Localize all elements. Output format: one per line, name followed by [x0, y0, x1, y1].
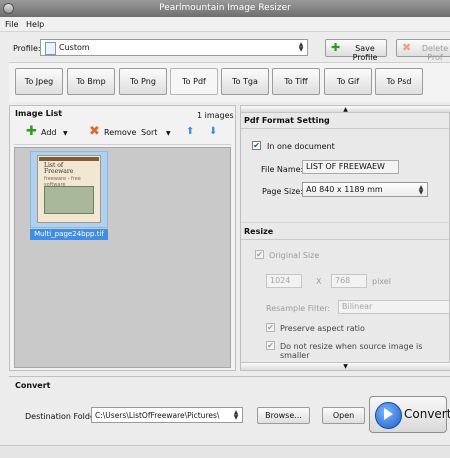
one-document-label: In one document	[267, 142, 335, 151]
tab-psd[interactable]: To Psd	[375, 68, 423, 95]
profile-label: Profile:	[13, 44, 41, 53]
height-input[interactable]: 768	[331, 274, 367, 288]
pdf-setting-title: Pdf Format Setting	[244, 116, 330, 125]
profile-select[interactable]: Custom ▲ ▼	[40, 39, 308, 56]
resize-divider	[241, 239, 450, 240]
no-resize-smaller-checkbox[interactable]: ✔	[266, 341, 275, 350]
resize-title: Resize	[244, 227, 274, 236]
one-document-checkbox[interactable]: ✔	[252, 141, 261, 150]
delete-profile-button[interactable]: ✖ Delete Prof	[396, 39, 450, 62]
menu-bar	[0, 17, 450, 32]
preserve-aspect-checkbox[interactable]: ✔	[266, 323, 275, 332]
plus-icon: ✚	[331, 41, 341, 54]
spinner-arrows-icon: ▲ ▼	[298, 41, 304, 53]
browse-button[interactable]: Browse...	[257, 407, 310, 424]
sort-dropdown-icon[interactable]: ▼	[166, 130, 171, 137]
image-count: 1 images	[197, 111, 234, 120]
tab-tga[interactable]: To Tga	[221, 68, 269, 95]
save-profile-button[interactable]: ✚ Save Profile	[325, 39, 387, 62]
remove-button[interactable]: Remove	[104, 128, 136, 137]
status-bar	[0, 445, 450, 458]
remove-icon[interactable]: ✖	[89, 125, 100, 138]
page-size-select[interactable]: A0 840 x 1189 mm ▲ ▼	[302, 182, 428, 197]
tab-jpeg[interactable]: To Jpeg	[15, 68, 63, 95]
file-name-label: File Name:	[261, 165, 304, 174]
document-icon	[45, 42, 56, 55]
delete-profile-label: Delete Prof	[421, 44, 449, 62]
convert-button-label: Convert	[404, 407, 450, 421]
spinner-arrows-icon: ▲ ▼	[233, 409, 239, 421]
preserve-aspect-label: Preserve aspect ratio	[280, 324, 365, 333]
move-up-icon[interactable]: ⬆	[186, 127, 196, 137]
tab-tiff[interactable]: To Tiff	[272, 68, 320, 95]
scroll-up-bar[interactable]: ▲	[241, 106, 450, 113]
original-size-checkbox[interactable]: ✔	[255, 250, 264, 259]
convert-section-title: Convert	[15, 381, 51, 390]
sort-button[interactable]: Sort	[141, 128, 157, 137]
thumbnail-page-title: List of Freeware	[44, 162, 74, 175]
thumbnail-filename[interactable]: Multi_page24bpp.tif	[30, 229, 108, 240]
tab-gif[interactable]: To Gif	[324, 68, 372, 95]
profile-value: Custom	[59, 43, 90, 52]
x-separator: X	[316, 277, 322, 286]
destination-folder-label: Destination Folder:	[25, 412, 101, 421]
add-button[interactable]: Add	[41, 128, 57, 137]
spinner-arrows-icon: ▲ ▼	[418, 184, 424, 196]
move-down-icon[interactable]: ⬇	[209, 127, 219, 137]
page-size-value: A0 840 x 1189 mm	[306, 185, 383, 194]
image-list-title: Image List	[15, 109, 63, 118]
open-button[interactable]: Open	[322, 407, 365, 424]
tab-bmp[interactable]: To Bmp	[67, 68, 115, 95]
page-size-label: Page Size:	[262, 187, 304, 196]
original-size-label: Original Size	[269, 251, 320, 260]
app-icon[interactable]	[3, 3, 14, 14]
thumbnail-header-bar	[39, 157, 99, 161]
delete-icon: ✖	[402, 41, 412, 54]
pdf-setting-divider	[241, 128, 450, 129]
no-resize-smaller-label: Do not resize when source image is small…	[280, 342, 423, 360]
toolbar-divider	[14, 144, 231, 145]
thumbnail-photo	[44, 186, 94, 214]
file-name-input[interactable]: LIST OF FREEWAEW	[302, 160, 399, 174]
scroll-down-bar[interactable]: ▼	[241, 362, 450, 370]
title-bar: Pearlmountain Image Resizer	[0, 0, 450, 17]
tab-png[interactable]: To Png	[119, 68, 167, 95]
resample-filter-label: Resample Filter:	[266, 304, 331, 313]
tab-pdf[interactable]: To Pdf	[170, 68, 218, 95]
width-input[interactable]: 1024	[266, 274, 302, 288]
play-arrow-icon	[384, 408, 393, 420]
window-title: Pearlmountain Image Resizer	[159, 3, 291, 13]
menu-file[interactable]: File	[5, 20, 18, 29]
menu-help[interactable]: Help	[26, 20, 44, 29]
save-profile-label: Save Profile	[352, 44, 378, 62]
section-divider	[241, 222, 450, 223]
convert-button[interactable]: Convert	[369, 396, 450, 433]
destination-folder-select[interactable]: C:\Users\ListOfFreeware\Pictures\ ▲ ▼	[91, 407, 243, 423]
add-icon[interactable]: ✚	[26, 125, 37, 138]
resample-filter-select[interactable]: Bilinear	[338, 300, 450, 314]
destination-folder-value: C:\Users\ListOfFreeware\Pictures\	[95, 411, 220, 420]
add-dropdown-icon[interactable]: ▼	[63, 130, 68, 137]
unit-select[interactable]: pixel	[372, 277, 391, 286]
